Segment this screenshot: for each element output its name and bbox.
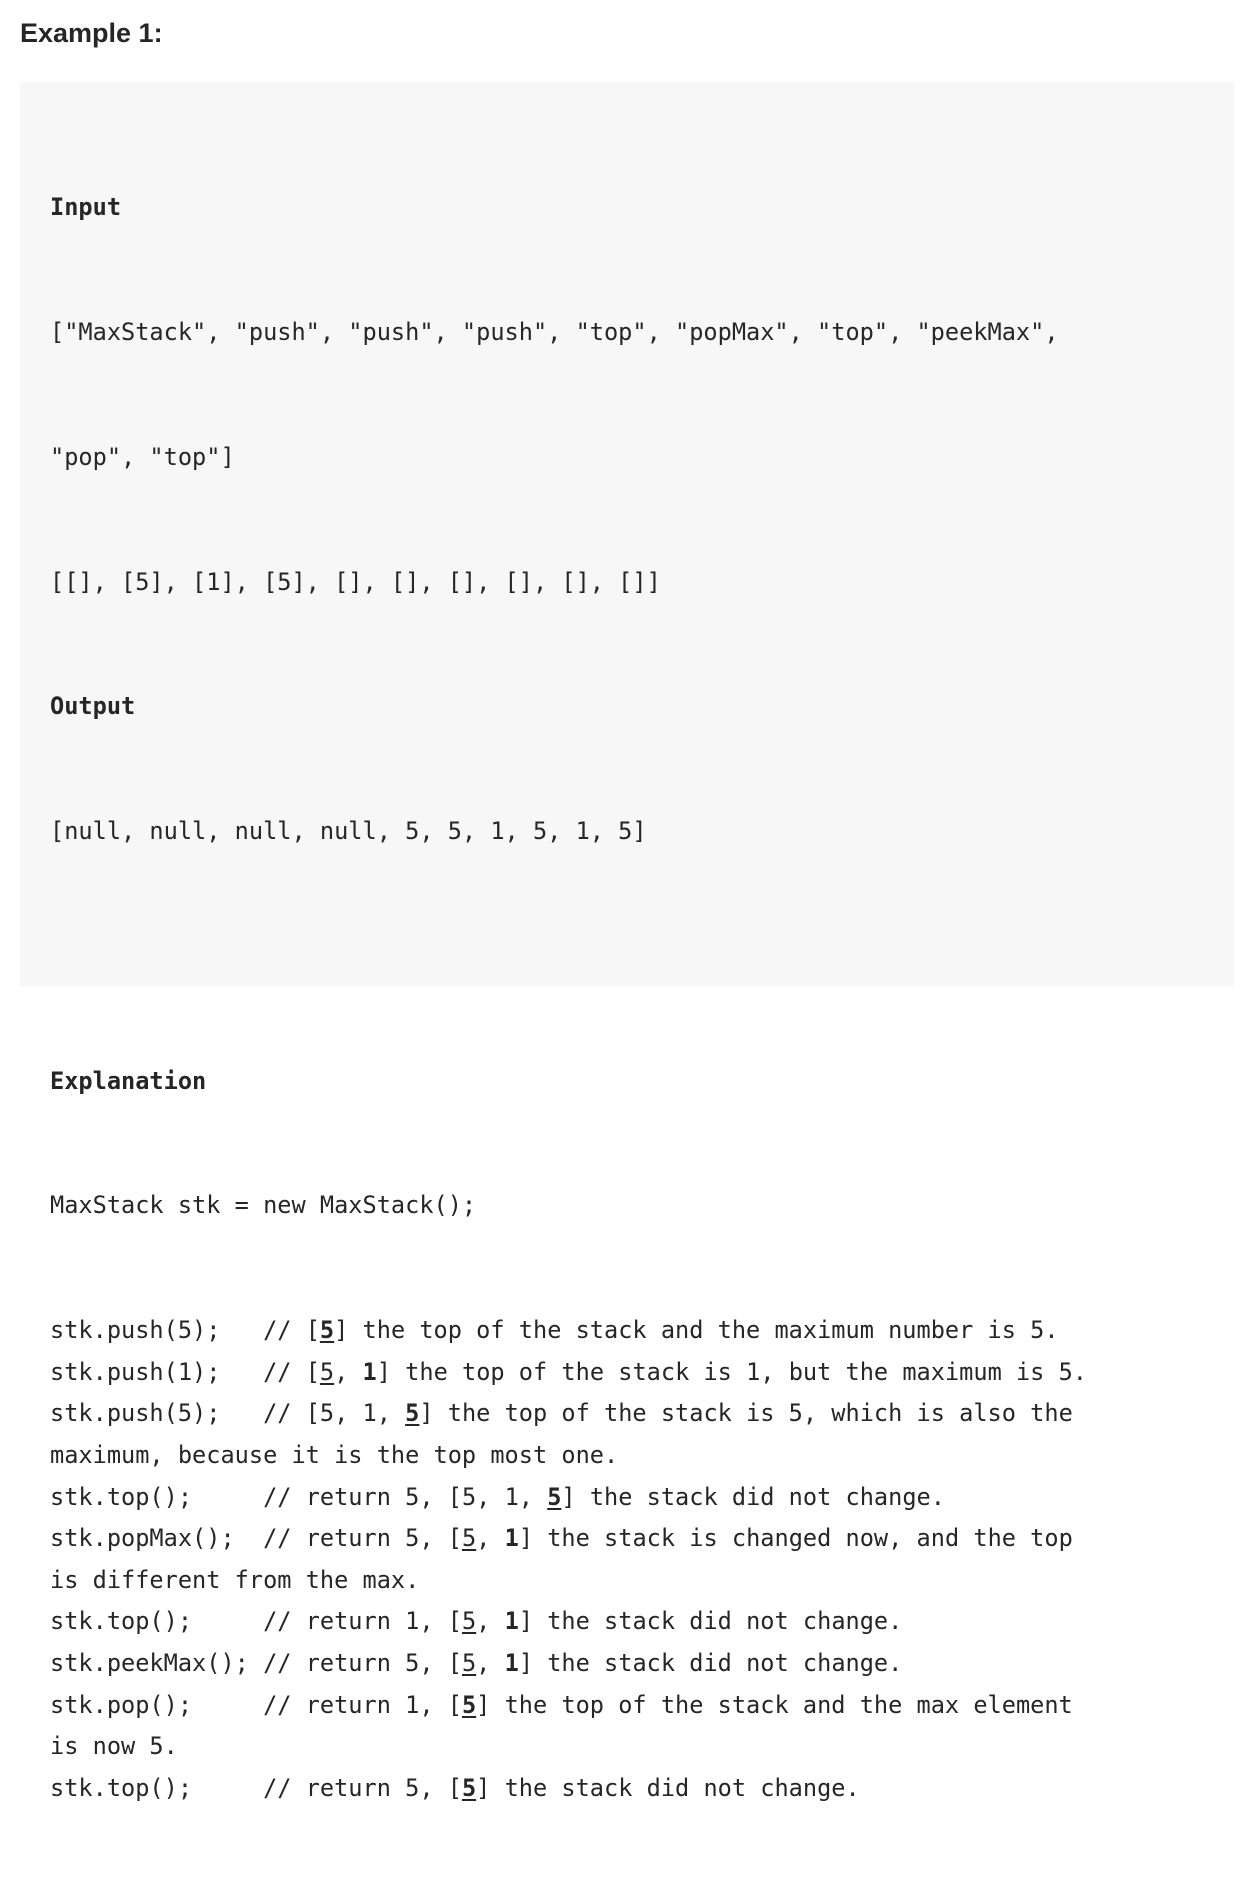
stack-element: 5 bbox=[461, 1607, 477, 1636]
example-code-block: Input ["MaxStack", "push", "push", "push… bbox=[20, 82, 1234, 1802]
stack-element: 5 bbox=[461, 1524, 477, 1553]
step-call: stk.push(5); bbox=[50, 1316, 264, 1345]
step-comment: // return 1, [ bbox=[263, 1690, 462, 1719]
explanation-step: stk.top(); // return 5, [5, 1, 5] the st… bbox=[50, 1477, 1234, 1519]
step-comment: // return 5, [ bbox=[263, 1524, 462, 1553]
explanation-step: stk.popMax(); // return 5, [5, 1] the st… bbox=[50, 1518, 1234, 1560]
explanation-step: stk.pop(); // return 1, [5] the top of t… bbox=[50, 1685, 1234, 1727]
stack-element: 5, 1, bbox=[461, 1482, 548, 1511]
step-comment: ] the top of the stack and the max eleme… bbox=[476, 1690, 1073, 1719]
explanation-step-continuation: maximum, because it is the top most one. bbox=[50, 1441, 619, 1469]
stack-element: 5 bbox=[547, 1482, 562, 1511]
step-comment: // return 5, [ bbox=[263, 1773, 462, 1802]
step-call: stk.push(5); bbox=[50, 1399, 264, 1428]
step-comment: ] the stack did not change. bbox=[518, 1607, 903, 1636]
step-call: stk.push(1); bbox=[50, 1357, 264, 1386]
stack-element: 1 bbox=[362, 1357, 377, 1386]
explanation-step: stk.peekMax(); // return 5, [5, 1] the s… bbox=[50, 1643, 1234, 1685]
explanation-label: Explanation bbox=[50, 1066, 207, 1095]
step-comment: ] the stack did not change. bbox=[518, 1648, 903, 1677]
input-line: ["MaxStack", "push", "push", "push", "to… bbox=[50, 317, 1059, 346]
step-call: stk.peekMax(); bbox=[50, 1648, 264, 1677]
stack-element: 5 bbox=[405, 1399, 420, 1428]
explanation-step: stk.push(5); // [5] the top of the stack… bbox=[50, 1310, 1234, 1352]
stack-element: , bbox=[476, 1607, 505, 1636]
step-comment: // [ bbox=[263, 1357, 320, 1386]
explanation-steps: stk.push(5); // [5] the top of the stack… bbox=[50, 1310, 1234, 1809]
output-line: [null, null, null, null, 5, 5, 1, 5, 1, … bbox=[50, 817, 647, 846]
explanation-step: stk.top(); // return 5, [5] the stack di… bbox=[50, 1768, 1234, 1810]
stack-element: 5 bbox=[319, 1316, 335, 1345]
output-label: Output bbox=[50, 692, 136, 721]
step-call: stk.pop(); bbox=[50, 1690, 264, 1719]
step-call: stk.top(); bbox=[50, 1482, 264, 1511]
step-call: stk.top(); bbox=[50, 1607, 264, 1636]
input-line: [[], [5], [1], [5], [], [], [], [], [], … bbox=[50, 567, 661, 596]
step-comment: ] the top of the stack and the maximum n… bbox=[334, 1316, 1059, 1345]
stack-element: 1 bbox=[504, 1524, 519, 1553]
stack-element: 5 bbox=[319, 1357, 335, 1386]
stack-element: 1 bbox=[504, 1607, 519, 1636]
explanation-step-continuation: is different from the max. bbox=[50, 1565, 420, 1594]
step-comment: ] the stack did not change. bbox=[476, 1773, 860, 1802]
step-comment: ] the stack did not change. bbox=[561, 1482, 945, 1511]
explanation-step: stk.top(); // return 1, [5, 1] the stack… bbox=[50, 1601, 1234, 1643]
stack-element: , bbox=[334, 1357, 363, 1386]
step-call: stk.top(); bbox=[50, 1773, 264, 1802]
explanation-step: stk.push(1); // [5, 1] the top of the st… bbox=[50, 1352, 1234, 1394]
stack-element: 1 bbox=[504, 1648, 519, 1677]
step-comment: // return 5, [ bbox=[263, 1482, 462, 1511]
step-comment: // return 1, [ bbox=[263, 1607, 462, 1636]
stack-element: , bbox=[476, 1648, 505, 1677]
example-heading: Example 1: bbox=[20, 18, 163, 48]
input-label: Input bbox=[50, 193, 122, 222]
stack-element: 5 bbox=[461, 1773, 477, 1802]
declaration-line: MaxStack stk = new MaxStack(); bbox=[50, 1191, 477, 1220]
code-content: Input ["MaxStack", "push", "push", "push… bbox=[50, 104, 1234, 1893]
explanation-step: stk.push(5); // [5, 1, 5] the top of the… bbox=[50, 1393, 1234, 1435]
stack-element: , bbox=[476, 1524, 505, 1553]
step-comment: ] the top of the stack is 1, but the max… bbox=[376, 1357, 1087, 1386]
step-comment: ] the top of the stack is 5, which is al… bbox=[419, 1399, 1073, 1428]
stack-element: 5 bbox=[461, 1648, 477, 1677]
step-comment: // [ bbox=[263, 1316, 320, 1345]
input-line: "pop", "top"] bbox=[50, 442, 235, 471]
explanation-step-continuation: is now 5. bbox=[50, 1732, 178, 1761]
step-comment: ] the stack is changed now, and the top bbox=[518, 1524, 1073, 1553]
stack-element: 5, 1, bbox=[319, 1399, 406, 1428]
step-comment: // [ bbox=[263, 1399, 320, 1428]
step-call: stk.popMax(); bbox=[50, 1524, 264, 1553]
stack-element: 5 bbox=[461, 1690, 477, 1719]
step-comment: // return 5, [ bbox=[263, 1648, 462, 1677]
